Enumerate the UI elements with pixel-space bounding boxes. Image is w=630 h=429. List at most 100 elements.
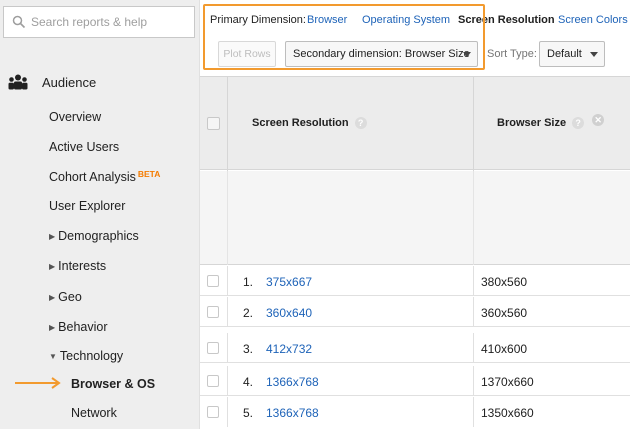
triangle-right-icon: ▶	[49, 323, 56, 332]
screen-resolution-link[interactable]: 1366x768	[266, 406, 319, 420]
help-icon[interactable]: ?	[572, 117, 585, 129]
column-divider	[473, 297, 474, 327]
column-divider	[227, 333, 228, 363]
row-checkbox[interactable]	[207, 406, 219, 418]
dimension-operating-system[interactable]: Operating System	[362, 14, 450, 26]
browser-size-value: 380x560	[481, 275, 528, 289]
secondary-dimension-select[interactable]: Secondary dimension: Browser Size	[285, 41, 478, 67]
row-checkbox[interactable]	[207, 275, 219, 287]
sort-type-label: Sort Type:	[487, 48, 537, 60]
browser-size-value: 410x600	[481, 342, 528, 356]
sidebar-item-label: Network	[71, 406, 117, 420]
sidebar-item-label: Geo	[58, 290, 82, 304]
table-row: 3. 412x732 410x600	[200, 333, 630, 363]
report-toolbar: Plot Rows Secondary dimension: Browser S…	[200, 36, 630, 74]
sidebar-item-label: Browser & OS	[71, 377, 156, 391]
sidebar-item-overview[interactable]: Overview	[49, 110, 101, 124]
sidebar: Audience Overview Active Users Cohort An…	[0, 0, 200, 429]
sidebar-item-label: Cohort Analysis	[49, 170, 136, 184]
sidebar-item-browser-os[interactable]: Browser & OS	[71, 377, 155, 391]
column-divider	[227, 77, 228, 171]
sidebar-item-user-explorer[interactable]: User Explorer	[49, 199, 125, 213]
triangle-down-icon: ▼	[49, 352, 57, 361]
sidebar-item-label: User Explorer	[49, 199, 126, 213]
beta-badge: BETA	[137, 169, 161, 179]
plot-rows-button[interactable]: Plot Rows	[218, 41, 276, 67]
column-header-label: Browser Size	[497, 117, 567, 129]
browser-size-value: 1370x660	[481, 375, 534, 389]
sidebar-item-cohort-analysis[interactable]: Cohort Analysis BETA	[49, 169, 160, 184]
column-header-browser-size[interactable]: Browser Size ? ✕	[497, 114, 605, 129]
column-divider	[473, 171, 474, 265]
column-divider	[473, 77, 474, 171]
triangle-right-icon: ▶	[49, 262, 56, 271]
sidebar-item-geo[interactable]: ▶ Geo	[49, 290, 82, 304]
sidebar-item-technology[interactable]: ▼ Technology	[49, 349, 123, 363]
column-divider	[227, 171, 228, 265]
browser-size-value: 360x560	[481, 306, 528, 320]
sidebar-item-label: Behavior	[58, 320, 108, 334]
search-icon	[12, 15, 26, 29]
sidebar-item-network[interactable]: Network	[71, 406, 117, 420]
audience-label: Audience	[42, 74, 97, 90]
screen-resolution-link[interactable]: 1366x768	[266, 375, 319, 389]
triangle-right-icon: ▶	[49, 293, 56, 302]
screen-resolution-link[interactable]: 360x640	[266, 306, 312, 320]
totals-row	[200, 171, 630, 265]
column-divider	[227, 397, 228, 427]
column-divider	[473, 266, 474, 296]
table-header: Screen Resolution ? Browser Size ? ✕	[200, 76, 630, 171]
sidebar-item-label: Interests	[58, 259, 107, 273]
table-row: 5. 1366x768 1350x660	[200, 397, 630, 427]
dimension-screen-resolution[interactable]: Screen Resolution	[458, 14, 555, 26]
primary-dimension-label: Primary Dimension:	[210, 14, 306, 26]
sort-type-value: Default	[547, 48, 582, 60]
secondary-dimension-value: Secondary dimension: Browser Size	[293, 48, 470, 60]
table-row: 1. 375x667 380x560	[200, 266, 630, 296]
search-box[interactable]	[3, 6, 195, 38]
column-divider	[227, 266, 228, 296]
sidebar-item-label: Demographics	[58, 229, 139, 243]
dimension-screen-colors[interactable]: Screen Colors	[558, 14, 628, 26]
browser-size-value: 1350x660	[481, 406, 534, 420]
screen-resolution-link[interactable]: 375x667	[266, 275, 312, 289]
chevron-down-icon	[590, 52, 598, 57]
help-icon[interactable]: ?	[354, 117, 367, 129]
audience-icon	[8, 74, 28, 90]
table-row: 4. 1366x768 1370x660	[200, 366, 630, 396]
close-icon[interactable]: ✕	[592, 114, 605, 126]
sidebar-item-interests[interactable]: ▶ Interests	[49, 259, 106, 273]
row-number: 2.	[243, 306, 254, 320]
column-divider	[227, 297, 228, 327]
table-row: 2. 360x640 360x560	[200, 297, 630, 327]
triangle-right-icon: ▶	[49, 232, 56, 241]
column-divider	[227, 366, 228, 396]
column-header-label: Screen Resolution	[252, 117, 349, 129]
row-checkbox[interactable]	[207, 342, 219, 354]
pointer-arrow-icon	[15, 377, 61, 389]
screen-resolution-link[interactable]: 412x732	[266, 342, 312, 356]
primary-dimension-bar: Primary Dimension: Browser Operating Sys…	[200, 0, 630, 40]
search-input[interactable]	[31, 15, 181, 29]
report-main: Primary Dimension: Browser Operating Sys…	[200, 0, 630, 429]
row-checkbox[interactable]	[207, 375, 219, 387]
column-divider	[473, 397, 474, 427]
sidebar-item-label: Active Users	[49, 140, 120, 154]
row-checkbox[interactable]	[207, 306, 219, 318]
sidebar-item-active-users[interactable]: Active Users	[49, 140, 119, 154]
dimension-browser[interactable]: Browser	[307, 14, 347, 26]
chevron-down-icon	[463, 52, 471, 57]
row-number: 1.	[243, 275, 254, 289]
sort-type-select[interactable]: Default	[539, 41, 605, 67]
sidebar-item-label: Overview	[49, 110, 102, 124]
select-all-checkbox[interactable]	[207, 117, 220, 130]
sidebar-item-label: Technology	[59, 349, 124, 363]
row-number: 5.	[243, 406, 254, 420]
sidebar-item-demographics[interactable]: ▶ Demographics	[49, 229, 139, 243]
column-header-screen-resolution[interactable]: Screen Resolution ?	[252, 117, 367, 129]
column-divider	[473, 333, 474, 363]
column-divider	[473, 366, 474, 396]
row-number: 4.	[243, 375, 254, 389]
sidebar-item-behavior[interactable]: ▶ Behavior	[49, 320, 108, 334]
audience-section[interactable]: Audience	[8, 74, 96, 90]
